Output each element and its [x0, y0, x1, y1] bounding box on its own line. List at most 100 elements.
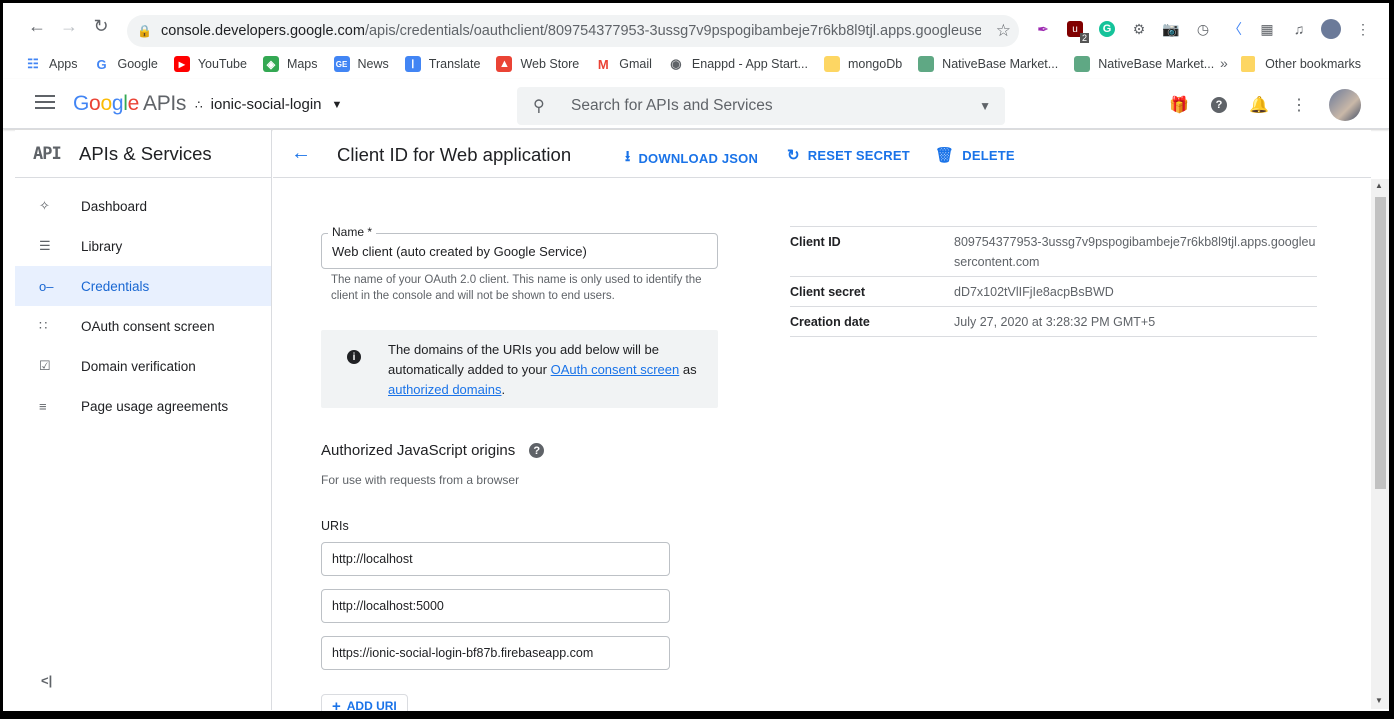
consent-icon: ∷	[39, 318, 48, 333]
api-badge-icon: API	[33, 143, 62, 164]
table-row: Creation date July 27, 2020 at 3:28:32 PM…	[790, 307, 1317, 337]
scroll-down-icon[interactable]: ▼	[1375, 696, 1383, 705]
youtube-icon: ▶	[173, 56, 190, 72]
refresh-icon: ↻	[787, 147, 800, 164]
uri-input-1[interactable]: http://localhost	[321, 542, 670, 576]
origins-heading: Authorized JavaScript origins?	[321, 442, 545, 459]
table-row: Client ID 809754377953-3ussg7v9pspogibamb…	[790, 227, 1317, 277]
search-box[interactable]: ⚲ Search for APIs and Services ▼	[517, 87, 1005, 125]
google-apis-logo[interactable]: Google APIs	[73, 92, 186, 116]
gear-extension-icon[interactable]: ⚙	[1125, 15, 1153, 43]
sidebar-item-library[interactable]: ☰ Library	[15, 226, 271, 266]
add-uri-button[interactable]: + ADD URI	[321, 694, 408, 715]
table-row: Client secret dD7x102tVlIFjIe8acpBsBWD	[790, 277, 1317, 307]
bookmark-mongodb[interactable]: mongoDb	[823, 56, 902, 72]
back-arrow-icon[interactable]: ←	[291, 142, 311, 165]
uri-input-3[interactable]: https://ionic-social-login-bf87b.firebas…	[321, 636, 670, 670]
maps-icon: ◈	[262, 56, 279, 72]
back-arrow-icon[interactable]: ←	[21, 10, 53, 42]
delete-button[interactable]: 🗑 DELETE	[935, 146, 1015, 164]
webstore-icon: ▲	[496, 56, 513, 72]
bookmark-nativebase-1[interactable]: NativeBase Market...	[918, 56, 1058, 72]
bookmark-star-icon[interactable]: ☆	[996, 21, 1011, 41]
bookmark-google[interactable]: G Google	[94, 56, 157, 72]
authorized-domains-link[interactable]: authorized domains	[388, 382, 501, 397]
browser-toolbar: ← → ↻ 🔒 console.developers.google.com/ap…	[3, 3, 1389, 49]
key-icon: o–	[39, 278, 54, 294]
name-label: Name *	[328, 225, 377, 239]
puzzle-extensions-icon[interactable]: ▦	[1253, 15, 1281, 43]
info-icon: i	[347, 350, 361, 364]
gmail-icon: M	[597, 56, 609, 72]
project-dots-icon: ∴	[195, 97, 203, 112]
uri-input-2[interactable]: http://localhost:5000	[321, 589, 670, 623]
forward-arrow-icon[interactable]: →	[53, 10, 85, 42]
reload-icon[interactable]: ↻	[85, 10, 117, 42]
sidebar-item-dashboard[interactable]: ✧ Dashboard	[15, 186, 271, 226]
reset-secret-button[interactable]: ↻ RESET SECRET	[787, 146, 910, 164]
download-icon: ⭳	[625, 148, 631, 165]
scrollbar-thumb[interactable]	[1375, 197, 1386, 489]
bookmark-translate[interactable]: ا Translate	[404, 56, 480, 72]
notifications-bell-icon[interactable]: 🔔	[1249, 95, 1269, 115]
uris-label: URIs	[321, 519, 349, 533]
hamburger-menu-icon[interactable]	[35, 95, 55, 109]
bookmark-youtube[interactable]: ▶ YouTube	[173, 56, 247, 72]
collapse-sidebar-icon[interactable]: <|	[41, 673, 52, 688]
name-field[interactable]: Name * Web client (auto created by Googl…	[321, 225, 718, 269]
url-text: console.developers.google.com/apis/crede…	[161, 23, 981, 39]
dashboard-icon: ✧	[39, 198, 50, 213]
ublock-extension-icon[interactable]: u2	[1061, 15, 1089, 43]
download-json-button[interactable]: ⭳ DOWNLOAD JSON	[625, 146, 758, 171]
media-control-icon[interactable]: ♫	[1285, 15, 1313, 43]
search-icon: ⚲	[533, 98, 545, 115]
client-info-table: Client ID 809754377953-3ussg7v9pspogibamb…	[790, 226, 1317, 337]
name-input[interactable]: Web client (auto created by Google Servi…	[332, 244, 587, 259]
address-bar[interactable]: 🔒 console.developers.google.com/apis/cre…	[127, 15, 1019, 47]
bookmark-webstore[interactable]: ▲ Web Store	[496, 56, 579, 72]
bookmark-apps[interactable]: ☷ Apps	[25, 56, 77, 72]
info-text: The domains of the URIs you add below wi…	[388, 342, 697, 397]
bookmark-gmail[interactable]: M Gmail	[595, 56, 652, 72]
sidebar-header: API APIs & Services	[15, 130, 271, 178]
feather-extension-icon[interactable]: ✒	[1029, 15, 1057, 43]
sidebar-item-domain-verification[interactable]: ☑ Domain verification	[15, 346, 271, 386]
chevron-more-icon[interactable]: »	[1220, 55, 1228, 71]
dropdown-arrow-icon[interactable]: ▼	[979, 99, 991, 113]
sidebar-item-credentials[interactable]: o– Credentials	[15, 266, 271, 306]
oauth-consent-link[interactable]: OAuth consent screen	[551, 362, 680, 377]
avatar[interactable]	[1329, 89, 1361, 121]
folder-icon	[823, 56, 840, 72]
page-header: ← Client ID for Web application ⭳ DOWNLOA…	[273, 130, 1371, 178]
vertical-scrollbar[interactable]: ▲ ▼	[1371, 179, 1389, 709]
header-actions: 🎁 ? 🔔 ⋮	[1169, 89, 1361, 121]
globe-icon: ◉	[670, 56, 682, 71]
help-icon[interactable]: ?	[529, 443, 545, 458]
plus-icon: +	[332, 697, 341, 715]
info-banner: i The domains of the URIs you add below …	[321, 330, 718, 408]
news-icon: GE	[333, 56, 350, 72]
bookmarks-bar: ☷ Apps G Google ▶ YouTube ◈ Maps GE News ا Tra…	[3, 49, 1389, 79]
scroll-up-icon[interactable]: ▲	[1375, 181, 1383, 190]
more-vert-icon[interactable]: ⋮	[1289, 95, 1309, 115]
search-input[interactable]: Search for APIs and Services	[571, 97, 773, 115]
project-selector[interactable]: ∴ ionic-social-login ▼	[195, 96, 342, 113]
chrome-menu-icon[interactable]: ⋮	[1349, 15, 1377, 43]
client-secret-value: dD7x102tVlIFjIe8acpBsBWD	[954, 285, 1114, 299]
help-icon[interactable]: ?	[1209, 95, 1229, 115]
grammarly-extension-icon[interactable]: G	[1093, 15, 1121, 43]
gift-icon[interactable]: 🎁	[1169, 95, 1189, 115]
apps-grid-icon: ☷	[27, 56, 39, 71]
bookmark-maps[interactable]: ◈ Maps	[262, 56, 318, 72]
bookmark-other[interactable]: Other bookmarks	[1241, 56, 1361, 72]
translate-extension-icon[interactable]: 〈	[1221, 15, 1249, 43]
page-title: Client ID for Web application	[337, 144, 572, 165]
profile-avatar-icon[interactable]	[1317, 15, 1345, 43]
camera-extension-icon[interactable]: 📷	[1157, 15, 1185, 43]
bookmark-nativebase-2[interactable]: NativeBase Market...	[1074, 56, 1214, 72]
sidebar-item-oauth-consent[interactable]: ∷ OAuth consent screen	[15, 306, 271, 346]
bookmark-enappd[interactable]: ◉ Enappd - App Start...	[668, 56, 808, 72]
bookmark-news[interactable]: GE News	[333, 56, 389, 72]
sidebar-item-page-usage[interactable]: ≡ Page usage agreements	[15, 386, 271, 426]
timer-extension-icon[interactable]: ◷	[1189, 15, 1217, 43]
